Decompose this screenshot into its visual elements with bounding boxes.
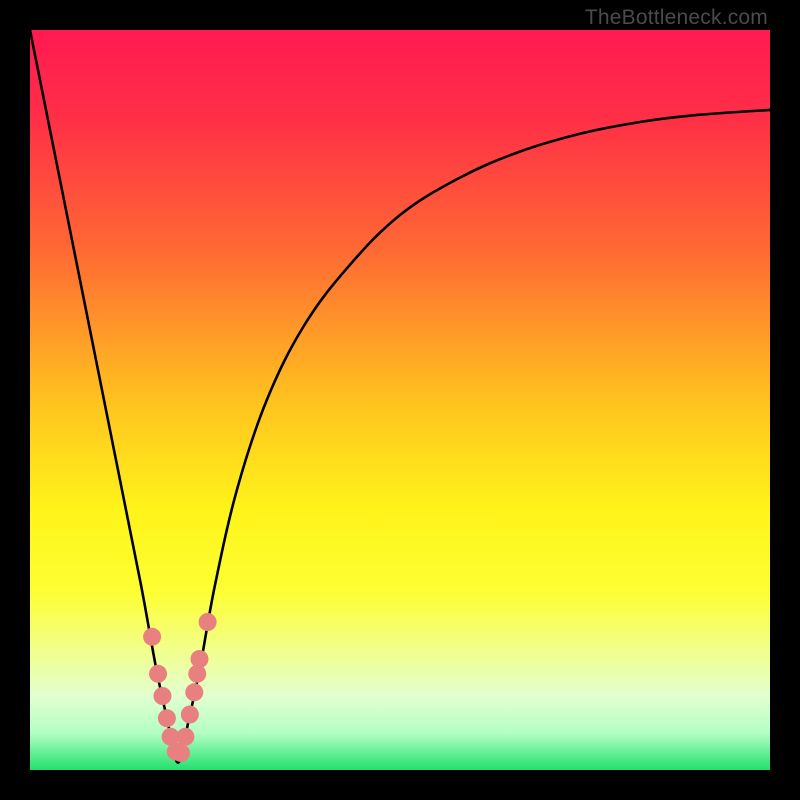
chart-svg <box>30 30 770 770</box>
data-marker <box>153 687 171 705</box>
data-marker <box>158 709 176 727</box>
bottleneck-curve <box>30 30 770 763</box>
data-marker <box>172 744 190 762</box>
data-marker <box>199 613 217 631</box>
watermark-text: TheBottleneck.com <box>585 6 768 30</box>
data-marker <box>176 728 194 746</box>
plot-area <box>30 30 770 770</box>
data-marker <box>190 650 208 668</box>
data-marker <box>149 665 167 683</box>
data-marker <box>143 628 161 646</box>
data-marker <box>181 706 199 724</box>
chart-frame: TheBottleneck.com <box>0 0 800 800</box>
data-marker <box>185 683 203 701</box>
